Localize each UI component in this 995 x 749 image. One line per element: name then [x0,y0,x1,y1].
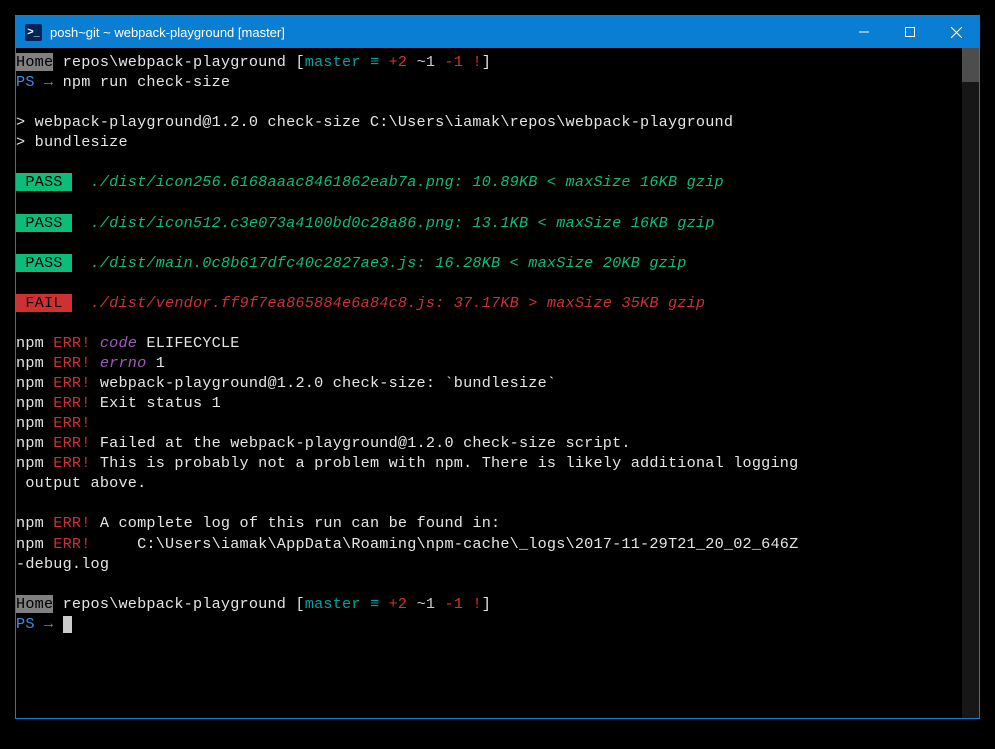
command-text: npm run check-size [63,73,231,91]
terminal-content-area: Home repos\webpack-playground [master ≡ … [16,48,979,718]
npm-err-line: npm ERR! This is probably not a problem … [16,454,798,472]
window-controls [841,16,979,48]
npm-err-line: npm ERR! C:\Users\iamak\AppData\Roaming\… [16,535,798,553]
prompt-line-1: Home repos\webpack-playground [master ≡ … [16,53,491,71]
script-header-2: > bundlesize [16,133,128,151]
terminal-window: >_ posh~git ~ webpack-playground [master… [15,15,980,719]
pass-badge: PASS [16,214,72,232]
result-row: PASS ./dist/icon256.6168aaac8461862eab7a… [16,173,724,191]
npm-err-line: npm ERR! Failed at the webpack-playgroun… [16,434,631,452]
app-icon: >_ [25,24,42,41]
minimize-button[interactable] [841,16,887,48]
minimize-icon [859,27,869,37]
pass-badge: PASS [16,254,72,272]
pass-badge: PASS [16,173,72,191]
npm-err-continuation: -debug.log [16,555,109,573]
maximize-button[interactable] [887,16,933,48]
close-button[interactable] [933,16,979,48]
close-icon [951,27,962,38]
ps-line-1: PS → npm run check-size [16,73,230,91]
titlebar[interactable]: >_ posh~git ~ webpack-playground [master… [16,16,979,48]
npm-err-line: npm ERR! webpack-playground@1.2.0 check-… [16,374,556,392]
cursor [63,616,72,633]
npm-err-line: npm ERR! [16,414,91,432]
script-header-1: > webpack-playground@1.2.0 check-size C:… [16,113,733,131]
home-badge: Home [16,53,53,71]
home-badge: Home [16,595,53,613]
npm-err-line: npm ERR! errno 1 [16,354,165,372]
prompt-line-2: Home repos\webpack-playground [master ≡ … [16,595,491,613]
npm-err-continuation: output above. [16,474,146,492]
terminal-output[interactable]: Home repos\webpack-playground [master ≡ … [16,48,962,718]
maximize-icon [905,27,915,37]
fail-badge: FAIL [16,294,72,312]
scrollbar-thumb[interactable] [962,48,979,82]
result-row: PASS ./dist/main.0c8b617dfc40c2827ae3.js… [16,254,687,272]
npm-err-line: npm ERR! code ELIFECYCLE [16,334,240,352]
window-title: posh~git ~ webpack-playground [master] [50,25,841,40]
result-row: FAIL ./dist/vendor.ff9f7ea865884e6a84c8.… [16,294,705,312]
ps-line-2: PS → [16,615,72,633]
npm-err-line: npm ERR! A complete log of this run can … [16,514,500,532]
result-row: PASS ./dist/icon512.c3e073a4100bd0c28a86… [16,214,715,232]
scrollbar[interactable] [962,48,979,718]
npm-err-line: npm ERR! Exit status 1 [16,394,221,412]
